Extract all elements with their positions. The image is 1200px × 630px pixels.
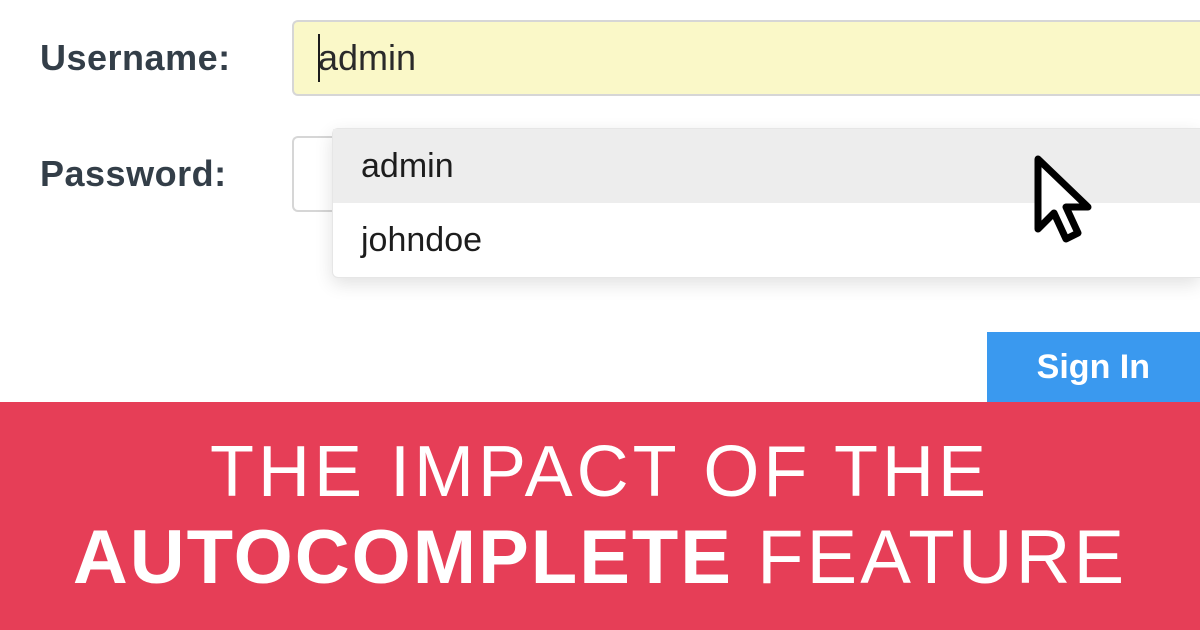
username-input-wrap <box>292 20 1200 96</box>
username-label: Username: <box>40 37 292 79</box>
login-form: Username: Password: admin johndoe <box>40 20 1200 252</box>
username-row: Username: <box>40 20 1200 96</box>
text-caret <box>318 34 320 82</box>
banner-line-1: THE IMPACT OF THE <box>210 431 990 514</box>
sign-in-button[interactable]: Sign In <box>987 332 1200 402</box>
banner-bold-word: AUTOCOMPLETE <box>73 515 733 600</box>
banner-line-2: AUTOCOMPLETE FEATURE <box>73 514 1127 601</box>
sign-in-label: Sign In <box>1037 348 1150 387</box>
banner-rest: FEATURE <box>733 515 1127 600</box>
title-banner: THE IMPACT OF THE AUTOCOMPLETE FEATURE <box>0 402 1200 630</box>
username-input[interactable] <box>292 20 1200 96</box>
password-label: Password: <box>40 153 292 195</box>
cursor-icon <box>1030 155 1100 260</box>
